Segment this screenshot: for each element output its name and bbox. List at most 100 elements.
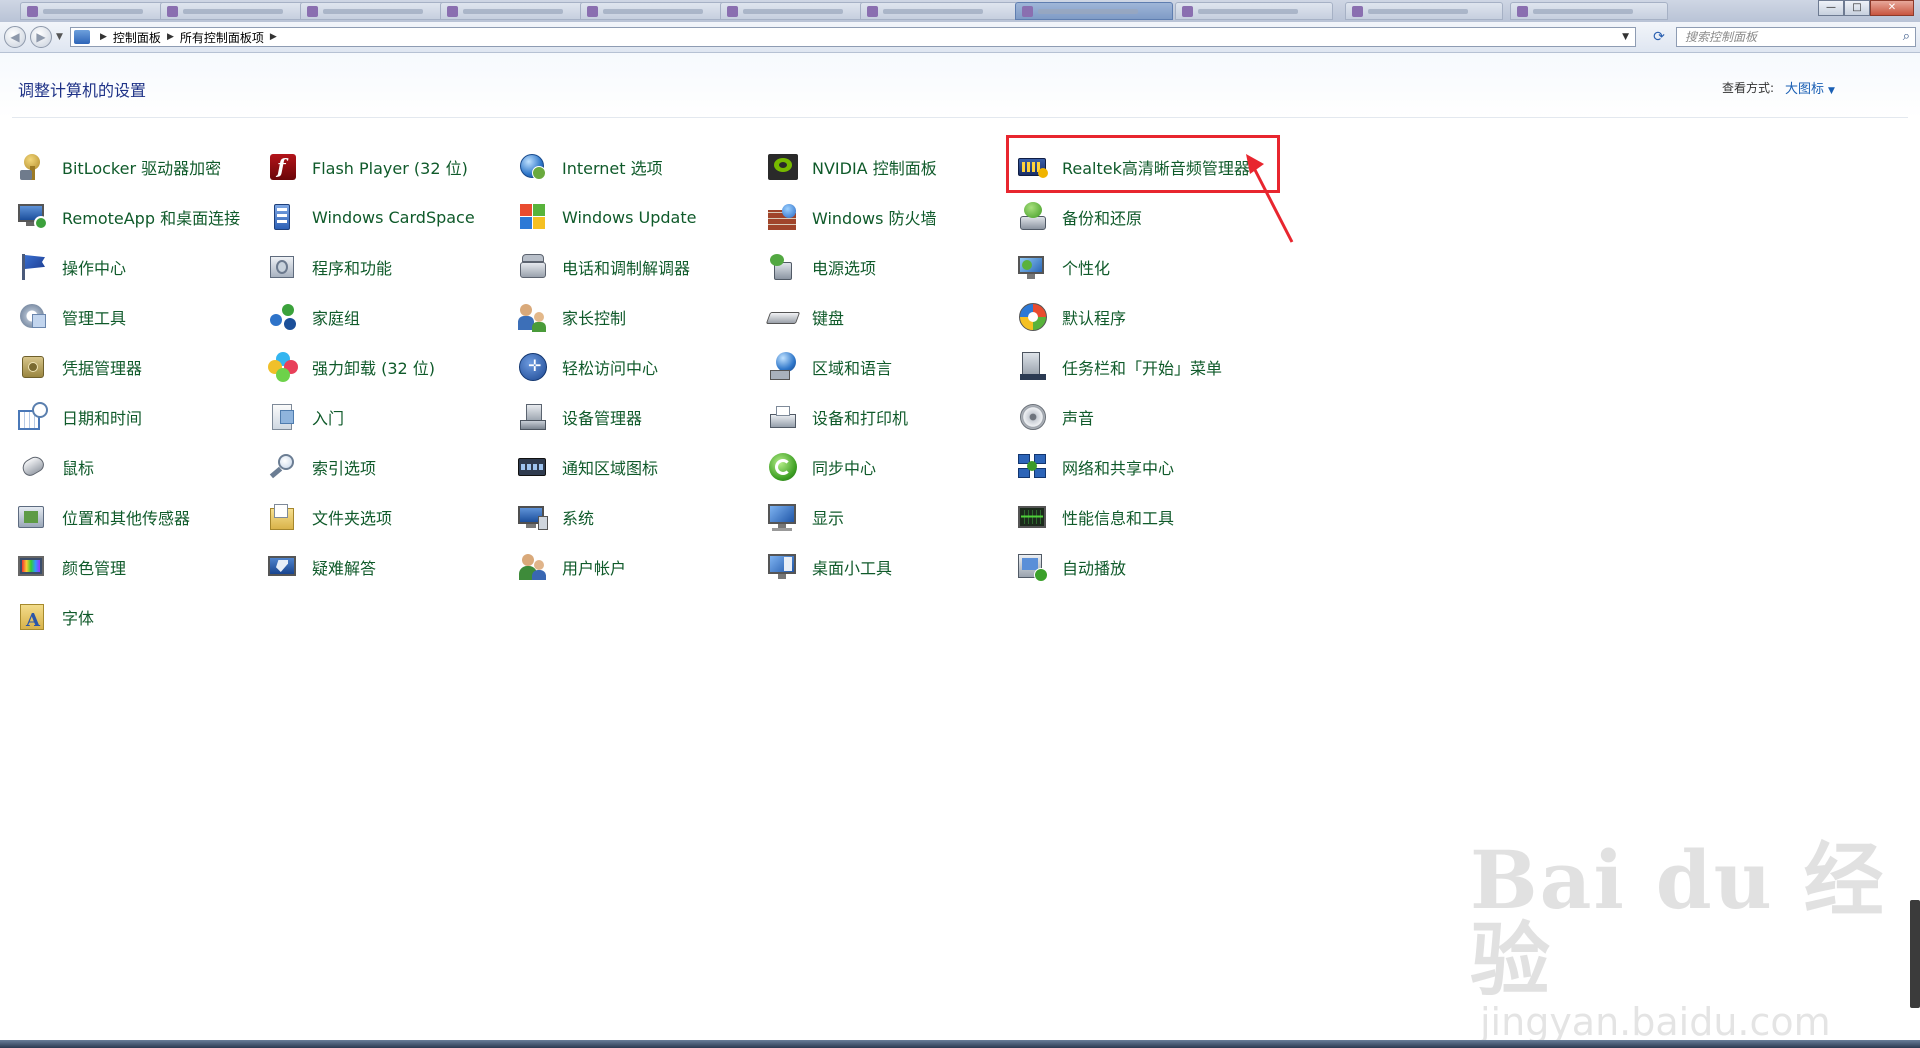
cp-item-color-management[interactable]: 颜色管理 — [18, 549, 258, 585]
breadcrumb-arrow-icon[interactable]: ▶ — [100, 32, 107, 42]
control-panel-icon — [74, 30, 90, 44]
cp-item-flash-player[interactable]: f Flash Player (32 位) — [268, 149, 508, 185]
cp-item-internet-options[interactable]: Internet 选项 — [518, 149, 758, 185]
address-bar[interactable]: ▶ 控制面板 ▶ 所有控制面板项 ▶ ▼ — [70, 27, 1636, 47]
close-button[interactable]: ✕ — [1870, 0, 1914, 16]
tab-active[interactable] — [1015, 2, 1173, 20]
cp-item-display[interactable]: 显示 — [768, 499, 1008, 535]
cp-item-fonts[interactable]: A 字体 — [18, 599, 258, 635]
cp-item-bitlocker[interactable]: BitLocker 驱动器加密 — [18, 149, 258, 185]
cp-item-nvidia[interactable]: NVIDIA 控制面板 — [768, 149, 1008, 185]
cp-item-gadgets[interactable]: 桌面小工具 — [768, 549, 1008, 585]
breadcrumb-arrow-icon[interactable]: ▶ — [167, 32, 174, 42]
breadcrumb-arrow-icon[interactable]: ▶ — [270, 32, 277, 42]
performance-icon — [1018, 502, 1048, 532]
cp-item-default-programs[interactable]: 默认程序 — [1018, 299, 1258, 335]
taskbar — [0, 1040, 1920, 1048]
scrollbar-thumb[interactable] — [1910, 900, 1920, 1008]
cp-item-label: 家庭组 — [312, 309, 361, 328]
cp-item-location-sensors[interactable]: 位置和其他传感器 — [18, 499, 258, 535]
back-button[interactable]: ◀ — [4, 26, 26, 48]
cp-item-sound[interactable]: 声音 — [1018, 399, 1258, 435]
recent-pages-icon[interactable]: ▼ — [56, 32, 63, 42]
cp-item-region-language[interactable]: 区域和语言 — [768, 349, 1008, 385]
chevron-down-icon: ▼ — [1828, 86, 1835, 96]
watermark: Bai du 经验 jingyan.baidu.com — [1470, 840, 1920, 1044]
cp-item-autoplay[interactable]: 自动播放 — [1018, 549, 1258, 585]
cp-item-folder-options[interactable]: 文件夹选项 — [268, 499, 508, 535]
notification-area-icon — [518, 452, 548, 482]
cp-item-windows-update[interactable]: Windows Update — [518, 199, 758, 235]
cp-item-homegroup[interactable]: 家庭组 — [268, 299, 508, 335]
search-icon[interactable]: ⌕ — [1903, 28, 1910, 46]
cp-item-devices-printers[interactable]: 设备和打印机 — [768, 399, 1008, 435]
cp-item-network[interactable]: 网络和共享中心 — [1018, 449, 1258, 485]
minimize-button[interactable]: — — [1818, 0, 1844, 16]
cp-item-admin-tools[interactable]: 管理工具 — [18, 299, 258, 335]
cp-item-uninstaller[interactable]: 强力卸载 (32 位) — [268, 349, 508, 385]
cp-item-label: 自动播放 — [1062, 559, 1127, 578]
view-by-label: 查看方式: — [1722, 81, 1775, 95]
maximize-button[interactable]: □ — [1844, 0, 1870, 16]
cp-item-label: 备份和还原 — [1062, 209, 1143, 228]
cp-item-power-options[interactable]: 电源选项 — [768, 249, 1008, 285]
cp-item-ease-of-access[interactable]: ✛ 轻松访问中心 — [518, 349, 758, 385]
cp-item-system[interactable]: 系统 — [518, 499, 758, 535]
view-by-dropdown[interactable]: 大图标 ▼ — [1785, 78, 1835, 97]
sound-speaker-icon — [1018, 402, 1048, 432]
annotation-arrow-icon — [1246, 154, 1294, 243]
network-icon — [1018, 452, 1048, 482]
cp-item-remoteapp[interactable]: RemoteApp 和桌面连接 — [18, 199, 258, 235]
cp-item-parental-controls[interactable]: 家长控制 — [518, 299, 758, 335]
cp-item-label: 字体 — [62, 609, 95, 628]
cp-item-taskbar-start[interactable]: 任务栏和「开始」菜单 — [1018, 349, 1258, 385]
tab[interactable] — [720, 2, 878, 20]
refresh-icon[interactable]: ⟳ — [1650, 27, 1668, 47]
cp-item-keyboard[interactable]: 键盘 — [765, 299, 1008, 335]
cp-item-action-center[interactable]: 操作中心 — [18, 249, 258, 285]
cp-item-cardspace[interactable]: Windows CardSpace — [268, 199, 508, 235]
cp-item-backup-restore[interactable]: 备份和还原 — [1018, 199, 1258, 235]
watermark-logo-text: Bai du 经验 — [1470, 833, 1886, 1007]
breadcrumb-all-items[interactable]: 所有控制面板项 — [180, 29, 264, 46]
tab[interactable] — [1510, 2, 1668, 20]
forward-button[interactable]: ▶ — [30, 26, 52, 48]
search-placeholder: 搜索控制面板 — [1685, 30, 1758, 44]
cp-item-notification-area[interactable]: 通知区域图标 — [518, 449, 758, 485]
search-input[interactable]: 搜索控制面板 ⌕ — [1676, 27, 1916, 47]
programs-icon — [268, 252, 298, 282]
cp-item-label: Windows 防火墙 — [812, 209, 937, 228]
cp-item-firewall[interactable]: Windows 防火墙 — [768, 199, 1008, 235]
troubleshoot-icon — [268, 552, 298, 582]
tab[interactable] — [440, 2, 598, 20]
cardspace-icon — [268, 202, 298, 232]
tab[interactable] — [1345, 2, 1503, 20]
cp-item-performance[interactable]: 性能信息和工具 — [1018, 499, 1258, 535]
cp-item-phone-modem[interactable]: 电话和调制解调器 — [518, 249, 758, 285]
breadcrumb-control-panel[interactable]: 控制面板 — [113, 29, 161, 46]
cp-item-device-manager[interactable]: 设备管理器 — [518, 399, 758, 435]
cp-item-programs[interactable]: 程序和功能 — [268, 249, 508, 285]
cp-item-label: 区域和语言 — [812, 359, 893, 378]
cp-item-troubleshoot[interactable]: 疑难解答 — [268, 549, 508, 585]
cp-item-personalization[interactable]: 个性化 — [1018, 249, 1258, 285]
folder-options-icon — [268, 502, 298, 532]
address-dropdown-icon[interactable]: ▼ — [1622, 32, 1629, 42]
cp-item-mouse[interactable]: 鼠标 — [18, 449, 258, 485]
cp-item-credential-manager[interactable]: 凭据管理器 — [18, 349, 258, 385]
tab[interactable] — [860, 2, 1018, 20]
tab[interactable] — [160, 2, 318, 20]
tab[interactable] — [20, 2, 178, 20]
cp-item-indexing[interactable]: 索引选项 — [268, 449, 508, 485]
cp-item-getting-started[interactable]: 入门 — [268, 399, 508, 435]
cp-item-date-time[interactable]: 日期和时间 — [18, 399, 258, 435]
power-options-icon — [768, 252, 798, 282]
tab[interactable] — [580, 2, 738, 20]
tab[interactable] — [300, 2, 458, 20]
watermark-url: jingyan.baidu.com — [1480, 1000, 1831, 1044]
cp-item-user-accounts[interactable]: 用户帐户 — [518, 549, 758, 585]
cp-item-label: 声音 — [1062, 409, 1095, 428]
parental-controls-icon — [518, 302, 548, 332]
tab[interactable] — [1175, 2, 1333, 20]
cp-item-sync-center[interactable]: 同步中心 — [768, 449, 1008, 485]
